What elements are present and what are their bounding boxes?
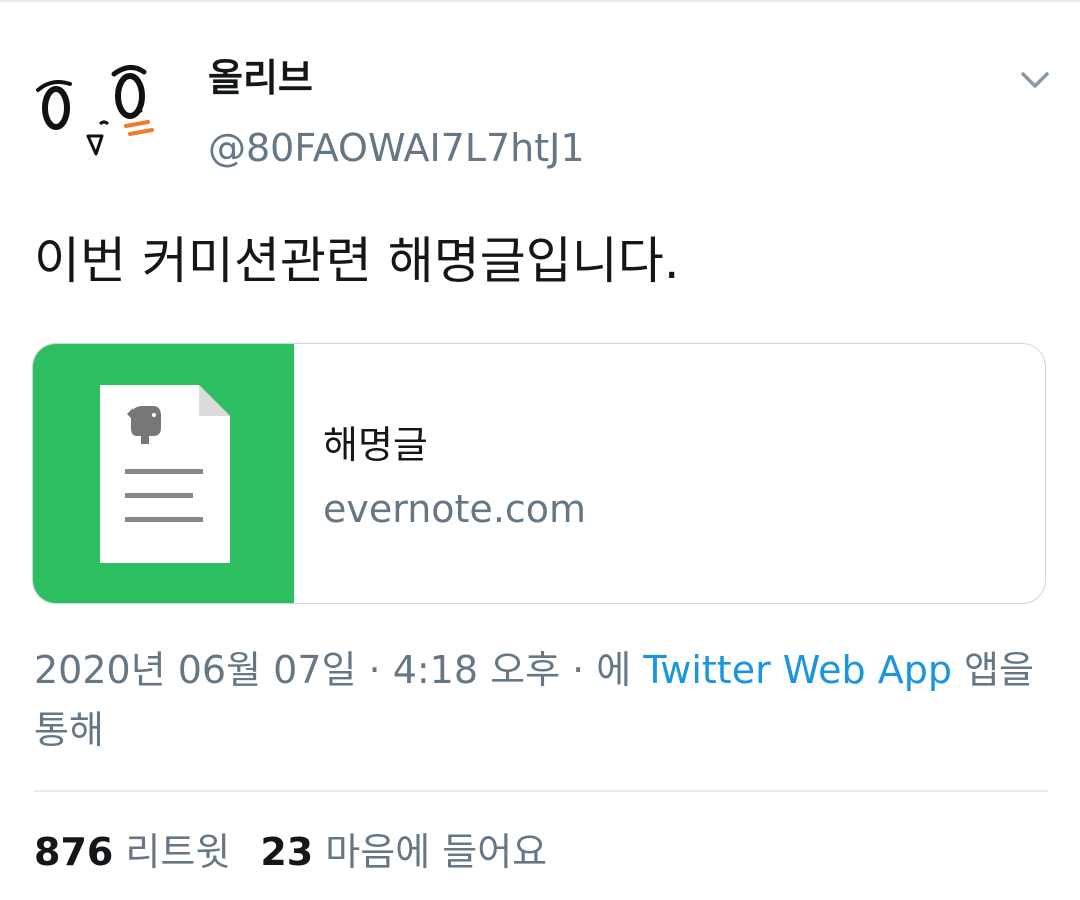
likes-label: 마음에 들어요 bbox=[325, 830, 548, 874]
avatar-drawing-icon bbox=[36, 65, 154, 156]
tweet-time[interactable]: 4:18 오후 bbox=[393, 648, 560, 692]
link-card[interactable]: 해명글 evernote.com bbox=[32, 343, 1046, 604]
retweets-label: 리트윗 bbox=[125, 830, 231, 874]
more-options-chevron-down-icon[interactable] bbox=[1015, 60, 1055, 100]
tweet-text: 이번 커미션관련 해명글입니다. bbox=[34, 232, 680, 290]
meta-separator: · bbox=[356, 648, 393, 692]
via-prefix: 에 bbox=[596, 648, 644, 692]
tweet-metadata: 2020년 06월 07일 · 4:18 오후 · 에 Twitter Web … bbox=[34, 640, 1034, 760]
likes-stat[interactable]: 23 마음에 들어요 bbox=[260, 830, 547, 874]
card-thumbnail bbox=[33, 344, 294, 603]
source-app-link[interactable]: Twitter Web App bbox=[643, 648, 952, 692]
top-divider bbox=[0, 0, 1080, 2]
user-handle[interactable]: @80FAOWAI7L7htJ1 bbox=[208, 124, 585, 172]
avatar[interactable] bbox=[30, 58, 170, 168]
likes-count: 23 bbox=[260, 830, 314, 874]
stats-divider bbox=[34, 790, 1048, 792]
display-name[interactable]: 올리브 bbox=[208, 54, 313, 102]
evernote-document-icon bbox=[100, 385, 230, 563]
tweet-date[interactable]: 2020년 06월 07일 bbox=[34, 648, 356, 692]
retweets-count: 876 bbox=[34, 830, 114, 874]
tweet-stats: 876 리트윗 23 마음에 들어요 bbox=[34, 826, 547, 878]
meta-separator: · bbox=[560, 648, 597, 692]
retweets-stat[interactable]: 876 리트윗 bbox=[34, 830, 230, 874]
card-title: 해명글 bbox=[323, 423, 428, 467]
card-domain: evernote.com bbox=[323, 487, 587, 531]
